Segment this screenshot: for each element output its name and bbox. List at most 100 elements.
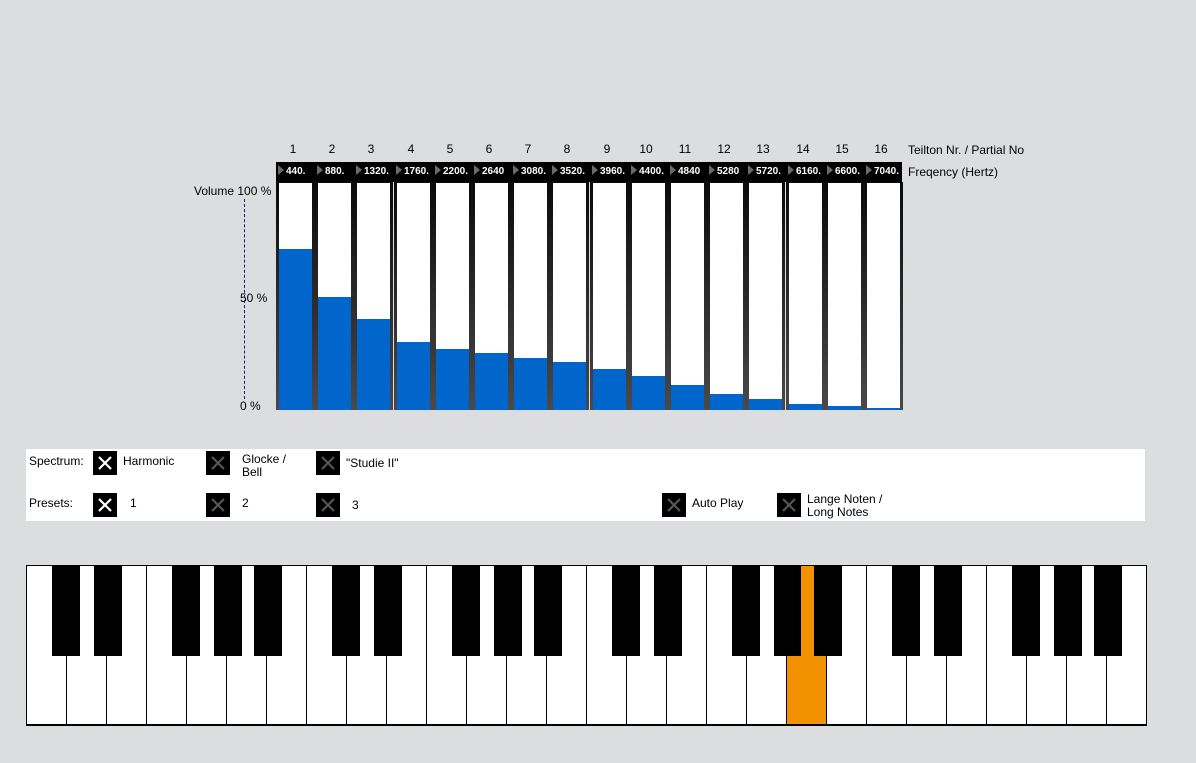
frequency-number-box[interactable]: 440.	[276, 162, 305, 182]
preset-1-label: 1	[130, 496, 137, 510]
black-key-c-sharp3[interactable]	[892, 566, 920, 656]
partial-axis-label: Teilton Nr. / Partial No	[908, 143, 1025, 157]
volume-fill	[279, 248, 312, 410]
black-key-c-sharp2[interactable]	[612, 566, 640, 656]
black-key-g-sharp3[interactable]	[1054, 566, 1082, 656]
black-key-f-sharp0[interactable]	[172, 566, 200, 656]
frequency-value: 6160.	[796, 166, 822, 177]
partial-volume-slider[interactable]	[825, 182, 864, 410]
frequency-number-box[interactable]: 3960.	[590, 162, 625, 182]
partial-volume-slider[interactable]	[315, 182, 354, 410]
triangle-right-icon	[435, 165, 441, 176]
black-key-a-sharp1[interactable]	[534, 566, 562, 656]
frequency-number-box[interactable]: 7040.	[864, 162, 899, 182]
triangle-right-icon	[474, 165, 480, 176]
black-key-g-sharp0[interactable]	[214, 566, 242, 656]
black-key-f-sharp2[interactable]	[732, 566, 760, 656]
preset-1-toggle[interactable]	[93, 493, 117, 517]
bell-label-line2: Bell	[242, 465, 263, 479]
x-mark-icon	[782, 498, 796, 512]
partial-volume-slider[interactable]	[472, 182, 511, 410]
partial-volume-slider[interactable]	[354, 182, 393, 410]
triangle-right-icon	[356, 165, 362, 176]
black-key-c-sharp0[interactable]	[52, 566, 80, 656]
black-key-c-sharp1[interactable]	[332, 566, 360, 656]
preset-2-toggle[interactable]	[206, 493, 230, 517]
partial-volume-slider[interactable]	[394, 182, 433, 410]
partial-volume-slider[interactable]	[707, 182, 746, 410]
x-mark-icon	[667, 498, 681, 512]
spectrum-bell-label: Glocke / Bell	[242, 453, 286, 479]
partial-volume-slider[interactable]	[668, 182, 707, 410]
frequency-number-box[interactable]: 1760.	[394, 162, 429, 182]
black-key-f-sharp1[interactable]	[452, 566, 480, 656]
partial-volume-slider[interactable]	[511, 182, 550, 410]
volume-fill	[789, 403, 822, 410]
black-key-d-sharp0[interactable]	[94, 566, 122, 656]
partial-volume-slider[interactable]	[590, 182, 629, 410]
frequency-number-box[interactable]: 3520.	[550, 162, 585, 182]
slider-track	[593, 183, 626, 410]
auto-play-label: Auto Play	[692, 496, 744, 510]
partial-number: 13	[756, 142, 770, 156]
slider-track	[318, 183, 351, 410]
frequency-value: 1760.	[404, 166, 430, 177]
partial-volume-slider[interactable]	[629, 182, 668, 410]
partial-volume-slider[interactable]	[746, 182, 785, 410]
black-key-d-sharp3[interactable]	[934, 566, 962, 656]
bell-label-line1: Glocke /	[242, 452, 287, 466]
spectrum-bell-toggle[interactable]	[206, 451, 230, 475]
spectrum-studie-ii-toggle[interactable]	[316, 451, 340, 475]
slider-track	[553, 183, 586, 410]
partial-number: 1	[289, 142, 297, 156]
partial-volume-slider[interactable]	[276, 182, 315, 410]
partial-volume-slider[interactable]	[550, 182, 589, 410]
volume-fill	[632, 375, 665, 410]
frequency-number-box[interactable]: 2200.	[433, 162, 468, 182]
black-key-d-sharp1[interactable]	[374, 566, 402, 656]
partial-volume-slider[interactable]	[864, 182, 903, 410]
frequency-value: 4400.	[639, 166, 665, 177]
x-mark-icon	[211, 498, 225, 512]
long-notes-toggle[interactable]	[777, 493, 801, 517]
black-key-g-sharp2[interactable]	[774, 566, 802, 656]
partial-volume-slider[interactable]	[786, 182, 825, 410]
black-key-a-sharp3[interactable]	[1094, 566, 1122, 656]
frequency-number-box[interactable]: 880.	[315, 162, 344, 182]
partial-number: 5	[446, 142, 454, 156]
black-key-d-sharp2[interactable]	[654, 566, 682, 656]
frequency-number-box[interactable]: 6600.	[825, 162, 860, 182]
frequency-number-box[interactable]: 4840	[668, 162, 700, 182]
black-key-g-sharp1[interactable]	[494, 566, 522, 656]
slider-track	[789, 183, 822, 410]
black-key-a-sharp0[interactable]	[254, 566, 282, 656]
triangle-right-icon	[788, 165, 794, 176]
frequency-number-box[interactable]: 6160.	[786, 162, 821, 182]
preset-3-toggle[interactable]	[316, 493, 340, 517]
frequency-number-box[interactable]: 3080.	[511, 162, 546, 182]
black-key-f-sharp3[interactable]	[1012, 566, 1040, 656]
frequency-value: 880.	[325, 166, 345, 177]
frequency-number-boxes: 440. 880. 1320. 1760. 2200. 2640 3080. 3520. 396…	[276, 162, 902, 182]
frequency-number-box[interactable]: 2640	[472, 162, 504, 182]
slider-track	[710, 183, 743, 410]
partial-number: 15	[835, 142, 849, 156]
frequency-number-box[interactable]: 1320.	[354, 162, 389, 182]
frequency-axis-label: Freqency (Hertz)	[908, 165, 999, 179]
volume-fill	[710, 394, 743, 410]
partial-volume-slider[interactable]	[433, 182, 472, 410]
partial-number: 9	[603, 142, 611, 156]
partial-number: 14	[796, 142, 810, 156]
slider-track	[357, 183, 390, 410]
frequency-number-box[interactable]: 4400.	[629, 162, 664, 182]
spectrum-harmonic-toggle[interactable]	[93, 451, 117, 475]
partial-number: 7	[524, 142, 532, 156]
black-key-a-sharp2[interactable]	[814, 566, 842, 656]
partial-number: 11	[678, 142, 692, 156]
frequency-value: 4840	[678, 166, 701, 177]
frequency-number-box[interactable]: 5280	[707, 162, 739, 182]
slider-track	[749, 183, 782, 410]
frequency-number-box[interactable]: 5720.	[746, 162, 781, 182]
auto-play-toggle[interactable]	[662, 493, 686, 517]
frequency-value: 2200.	[443, 166, 469, 177]
